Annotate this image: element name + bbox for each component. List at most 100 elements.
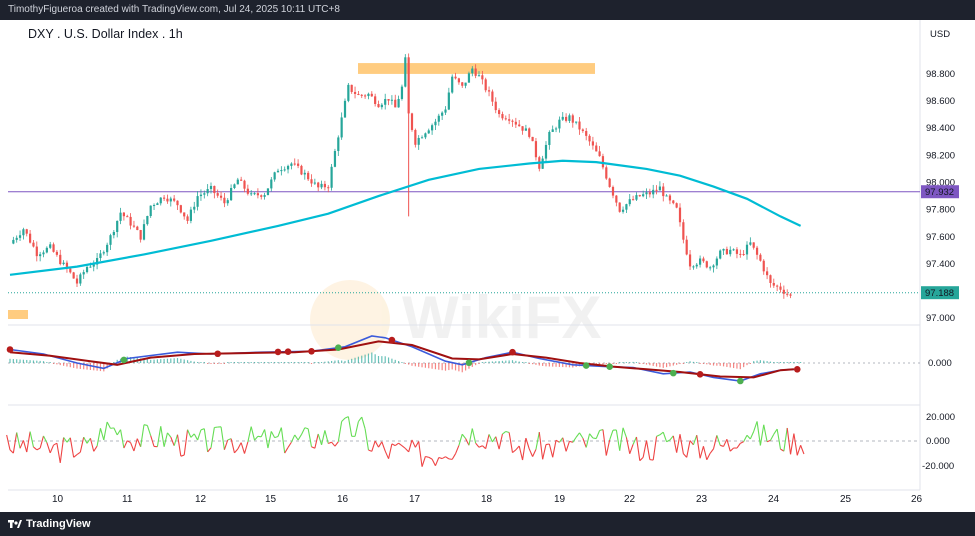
chart[interactable]: WikiFX DXY . U.S. Dollar Index . 1h USD … (0, 20, 975, 512)
candle-body (481, 75, 484, 80)
macd-histogram-bar (186, 360, 189, 363)
candle-body (618, 202, 621, 212)
macd-histogram-bar (431, 363, 433, 369)
chart-title: DXY . U.S. Dollar Index . 1h (28, 27, 183, 41)
oscillator-segment (451, 453, 457, 460)
macd-histogram-bar (387, 357, 390, 363)
macd-histogram-bar (545, 363, 547, 367)
candle-body (270, 179, 273, 189)
oscillator-segment (662, 432, 668, 442)
oscillator-segment (203, 428, 209, 452)
oscillator-segment (374, 440, 379, 448)
oscillator-segment (76, 451, 81, 456)
time-tick-label: 26 (911, 494, 923, 505)
candle-body (759, 254, 762, 261)
candle-body (611, 186, 615, 196)
oscillator-segment (602, 429, 607, 456)
candle-body (290, 163, 293, 166)
candle-body (715, 258, 718, 266)
price-tick-label: 98.800 (926, 69, 955, 80)
macd-histogram-bar (203, 362, 205, 363)
oscillator-segment (736, 443, 741, 449)
macd-histogram-bar (746, 363, 748, 366)
macd-histogram-bar (441, 363, 443, 371)
candle-body (595, 145, 598, 152)
oscillator-segment (495, 436, 500, 450)
oscillator-segment (656, 434, 661, 437)
candle-body (665, 195, 668, 197)
oscillator-segment (146, 425, 152, 436)
candle-body (702, 258, 705, 262)
candle-body (216, 193, 219, 196)
oscillator-segment (582, 437, 587, 448)
candle-body (441, 112, 444, 116)
oscillator-segment (180, 454, 185, 457)
oscillator-segment (542, 444, 547, 460)
candle-body (163, 197, 166, 199)
oscillator-segment (538, 432, 544, 460)
macd-histogram-bar (558, 363, 560, 367)
macd-histogram-bar (180, 358, 182, 363)
macd-cross-dot (509, 348, 516, 356)
oscillator-segment (79, 437, 85, 453)
price-tick-label: 97.600 (926, 232, 955, 243)
oscillator-segment (328, 441, 332, 445)
candle-body (55, 251, 58, 255)
oscillator-segment (783, 427, 788, 452)
oscillator-segment (274, 435, 279, 439)
macd-histogram-bar (401, 362, 403, 363)
candle-body (467, 73, 471, 83)
macd-histogram-bar (227, 362, 229, 363)
oscillator-segment (173, 434, 179, 446)
oscillator-segment (36, 447, 41, 451)
candle-body (149, 205, 152, 217)
oscillator-segment (388, 443, 393, 459)
macd-histogram-bar (9, 358, 11, 363)
macd-histogram-bar (381, 356, 383, 363)
macd-histogram-bar (317, 362, 319, 363)
macd-histogram-bar (501, 360, 504, 363)
candle-body (183, 212, 186, 217)
candle-body (699, 258, 702, 265)
oscillator-segment (431, 458, 436, 466)
macd-histogram-bar (719, 363, 721, 366)
macd-histogram-bar (729, 363, 731, 368)
candle-body (487, 90, 491, 92)
macd-histogram-bar (374, 354, 376, 363)
macd-histogram-bar (113, 362, 115, 363)
macd-histogram-bar (233, 362, 236, 363)
macd-histogram-bar (156, 359, 158, 363)
oscillator-segment (481, 445, 487, 450)
candle-body (313, 182, 316, 184)
candle-body (156, 203, 159, 206)
macd-histogram-bar (63, 363, 65, 366)
candle-body (729, 249, 732, 255)
oscillator-segment (498, 433, 503, 450)
macd-histogram-bar (759, 360, 761, 363)
candle-body (437, 115, 440, 122)
oscillator-segment (160, 426, 165, 447)
candle-body (273, 172, 276, 180)
oscillator-segment (46, 442, 51, 454)
macd-histogram-bar (491, 361, 493, 363)
candle-body (709, 267, 712, 269)
oscillator-segment (720, 444, 724, 447)
candle-body (762, 260, 765, 272)
oscillator-segment (478, 445, 483, 448)
candle-body (297, 163, 300, 166)
candle-body (106, 244, 109, 253)
macd-histogram-bar (622, 362, 624, 363)
candle-body (725, 248, 728, 255)
macd-histogram-bar (364, 354, 366, 363)
candle-body (454, 76, 457, 79)
oscillator-segment (461, 433, 467, 439)
price-tick-label: 97.000 (926, 313, 955, 324)
oscillator-segment (572, 436, 577, 443)
oscillator-segment (284, 447, 289, 454)
candle-body (420, 137, 424, 139)
macd-histogram-bar (12, 359, 14, 363)
macd-histogram-bar (210, 363, 212, 364)
candle-body (521, 126, 524, 131)
macd-histogram-bar (213, 363, 215, 364)
macd-histogram-bar (776, 362, 778, 363)
